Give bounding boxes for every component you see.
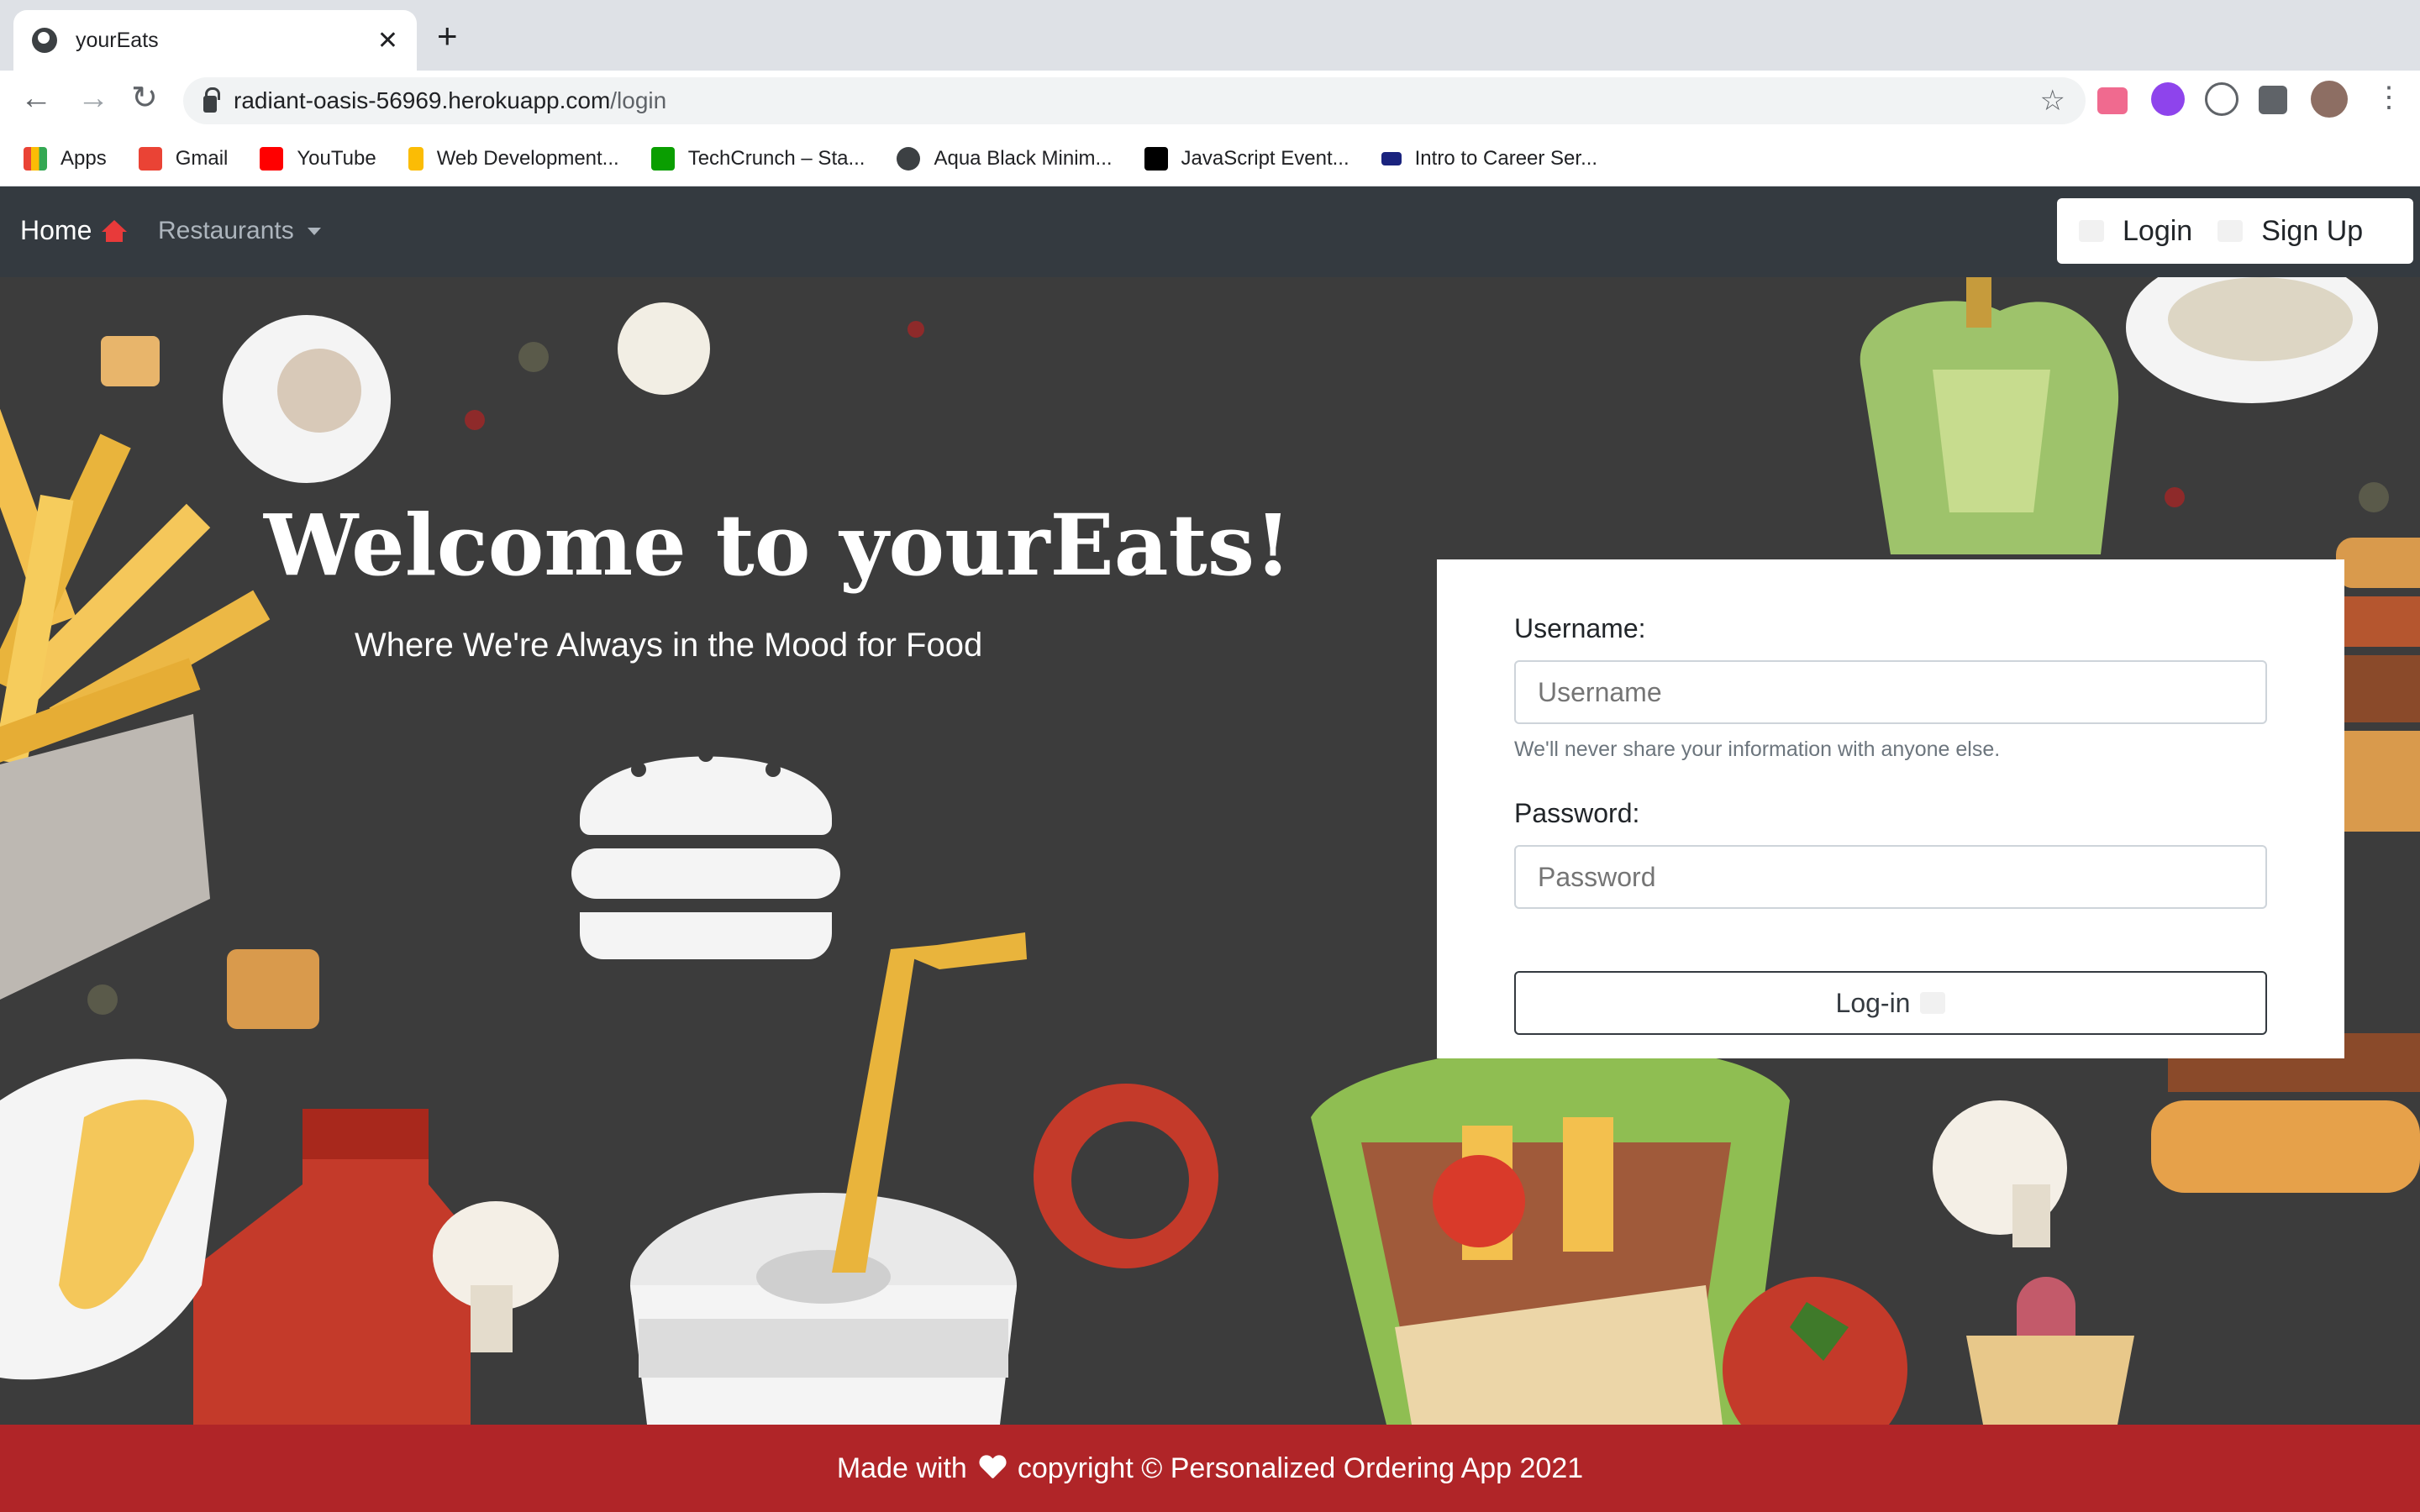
globe-icon — [897, 146, 921, 171]
login-submit-button[interactable]: Log-in — [1514, 971, 2267, 1035]
auth-links: Login Sign Up — [2057, 198, 2413, 264]
bookmark-label: Gmail — [175, 146, 229, 170]
extension-circle-icon[interactable] — [2205, 82, 2238, 116]
bookmark-label: YouTube — [297, 146, 376, 170]
bookmark-techcrunch[interactable]: TechCrunch – Sta... — [650, 146, 865, 171]
bookmark-favicon — [408, 146, 424, 171]
footer-copyright: copyright © Personalized Ordering App 20… — [1017, 1452, 1584, 1484]
bookmark-javascript-event[interactable]: JavaScript Event... — [1144, 146, 1349, 171]
bookmark-label: TechCrunch – Sta... — [687, 146, 865, 170]
bookmark-label: JavaScript Event... — [1181, 146, 1349, 170]
new-tab-button[interactable]: + — [437, 18, 458, 54]
bookmark-apps[interactable]: Apps — [24, 146, 107, 171]
url-path: /login — [610, 87, 667, 113]
green-pepper-illustration — [1860, 277, 2119, 554]
username-input[interactable] — [1514, 660, 2267, 724]
home-icon — [102, 219, 128, 242]
hero-section: Welcome to yourEats! Where We're Always … — [0, 277, 2420, 1425]
close-tab-icon[interactable]: ✕ — [377, 26, 398, 55]
bookmark-label: Aqua Black Minim... — [934, 146, 1113, 170]
browser-menu-icon[interactable]: ⋮ — [2375, 81, 2403, 114]
dumpling-illustration — [618, 302, 710, 395]
lock-icon[interactable] — [203, 87, 220, 113]
user-plus-icon — [2217, 220, 2244, 242]
gravy-boat-illustration — [0, 1058, 227, 1380]
profile-avatar[interactable] — [2311, 81, 2348, 118]
browser-tab[interactable]: yourEats ✕ — [13, 10, 417, 71]
back-icon[interactable]: ← — [20, 82, 52, 114]
red-pepper-ring-illustration — [1034, 1084, 1218, 1268]
hero-title: Welcome to yourEats! — [264, 496, 1292, 595]
globe-icon — [32, 28, 57, 53]
login-submit-label: Log-in — [1835, 987, 1911, 1018]
extension-play-icon[interactable] — [2097, 87, 2128, 114]
bookmark-web-development[interactable]: Web Development... — [408, 146, 619, 171]
bookmark-aqua-black[interactable]: Aqua Black Minim... — [897, 146, 1113, 171]
bookmark-star-icon[interactable]: ☆ — [2040, 84, 2065, 118]
apps-grid-icon — [24, 146, 47, 171]
site-footer: Made with copyright © Personalized Order… — [0, 1425, 2420, 1512]
forward-icon[interactable]: → — [77, 82, 109, 114]
sign-in-icon — [2079, 220, 2104, 242]
bookmark-youtube[interactable]: YouTube — [260, 146, 376, 171]
bookmark-label: Apps — [60, 146, 107, 170]
techcrunch-icon — [650, 146, 675, 171]
crouton-illustration — [101, 336, 160, 386]
username-help-text: We'll never share your information with … — [1514, 738, 2001, 761]
egg-illustration — [223, 315, 391, 483]
restaurants-label: Restaurants — [158, 217, 294, 244]
footer-text-start: Made with — [836, 1452, 967, 1484]
hero-tagline: Where We're Always in the Mood for Food — [355, 627, 983, 664]
login-form: Username: We'll never share your informa… — [1437, 559, 2344, 1058]
heart-icon — [979, 1456, 1006, 1481]
sign-in-icon — [1920, 992, 1946, 1014]
url-text: radiant-oasis-56969.herokuapp.com/login — [234, 87, 666, 114]
browser-toolbar: ← → ↻ radiant-oasis-56969.herokuapp.com/… — [0, 71, 2420, 131]
nav-home-link[interactable]: Home — [20, 215, 128, 246]
address-bar[interactable]: radiant-oasis-56969.herokuapp.com/login … — [183, 77, 2086, 124]
bookmark-label: Intro to Career Ser... — [1414, 146, 1598, 170]
burger-logo-icon — [571, 747, 840, 959]
password-label: Password: — [1514, 798, 1640, 828]
tab-title: yourEats — [76, 28, 159, 52]
drink-cup-illustration — [630, 932, 1027, 1425]
extension-purple-icon[interactable] — [2151, 82, 2185, 116]
password-input[interactable] — [1514, 845, 2267, 909]
ketchup-bottle-illustration — [193, 1109, 471, 1425]
youtube-icon — [260, 146, 284, 171]
extensions-puzzle-icon[interactable] — [2259, 86, 2287, 114]
medium-icon — [1144, 146, 1168, 171]
sauce-bowl-illustration — [2126, 277, 2378, 403]
signup-label: Sign Up — [2261, 214, 2364, 247]
crouton-illustration — [227, 949, 319, 1029]
restaurants-dropdown[interactable]: Restaurants — [158, 217, 321, 245]
url-host: radiant-oasis-56969.herokuapp.com — [234, 87, 611, 113]
chevron-down-icon — [307, 227, 321, 235]
wrap-illustration — [1311, 1045, 1790, 1425]
gmail-icon — [138, 146, 162, 171]
bookmark-label: Web Development... — [436, 146, 619, 170]
bookmarks-bar: Apps Gmail YouTube Web Development... Te… — [0, 131, 2420, 186]
browser-tab-strip: yourEats ✕ + — [0, 0, 2420, 71]
login-link[interactable]: Login — [2079, 215, 2192, 248]
french-fries-illustration — [0, 380, 271, 1000]
reload-icon[interactable]: ↻ — [131, 82, 158, 114]
login-label: Login — [2123, 214, 2193, 247]
home-label: Home — [20, 215, 92, 245]
signup-link[interactable]: Sign Up — [2217, 215, 2363, 248]
bookmark-career-services[interactable]: Intro to Career Ser... — [1381, 147, 1597, 171]
sausage-illustration — [1966, 1277, 2134, 1425]
username-label: Username: — [1514, 613, 1646, 643]
bookmark-gmail[interactable]: Gmail — [138, 146, 229, 171]
cs-icon — [1381, 151, 1402, 165]
